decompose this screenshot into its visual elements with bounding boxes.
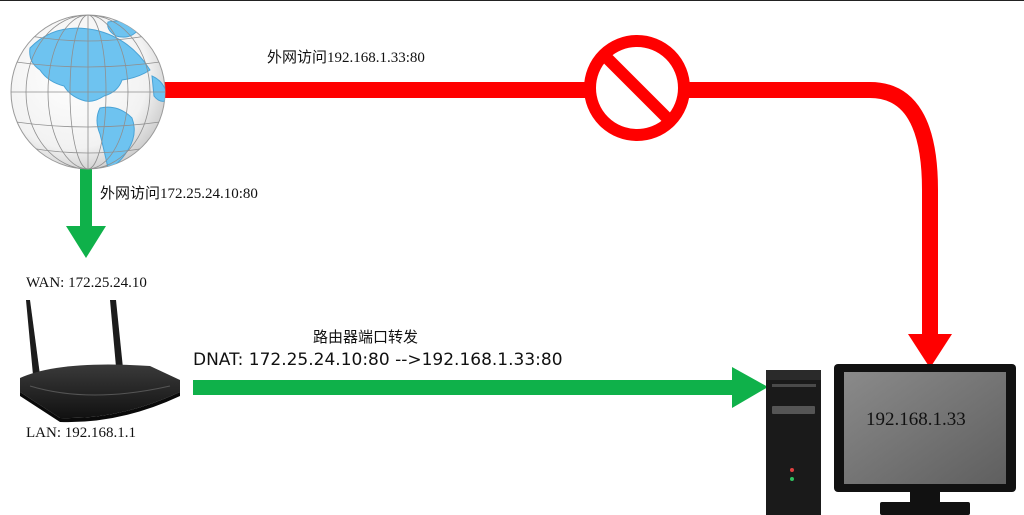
blocked-path-arrowhead — [908, 334, 952, 368]
network-diagram — [10, 14, 1016, 515]
dnat-rule-label: DNAT: 172.25.24.10:80 -->192.168.1.33:80 — [193, 350, 563, 370]
external-to-wan-label: 外网访问172.25.24.10:80 — [100, 186, 258, 202]
blocked-path-line — [160, 82, 938, 338]
monitor-ip-label: 192.168.1.33 — [866, 409, 966, 430]
no-entry-icon — [584, 35, 690, 141]
globe-icon — [10, 14, 166, 170]
monitor-icon — [834, 364, 1016, 515]
dnat-path — [193, 367, 768, 408]
wan-label: WAN: 172.25.24.10 — [26, 275, 147, 291]
blocked-path — [160, 82, 952, 368]
pc-tower-icon — [766, 370, 821, 515]
router-icon — [20, 300, 180, 423]
lan-label: LAN: 192.168.1.1 — [26, 425, 136, 441]
external-to-lan-label: 外网访问192.168.1.33:80 — [267, 50, 425, 66]
port-forward-title: 路由器端口转发 — [313, 328, 419, 346]
